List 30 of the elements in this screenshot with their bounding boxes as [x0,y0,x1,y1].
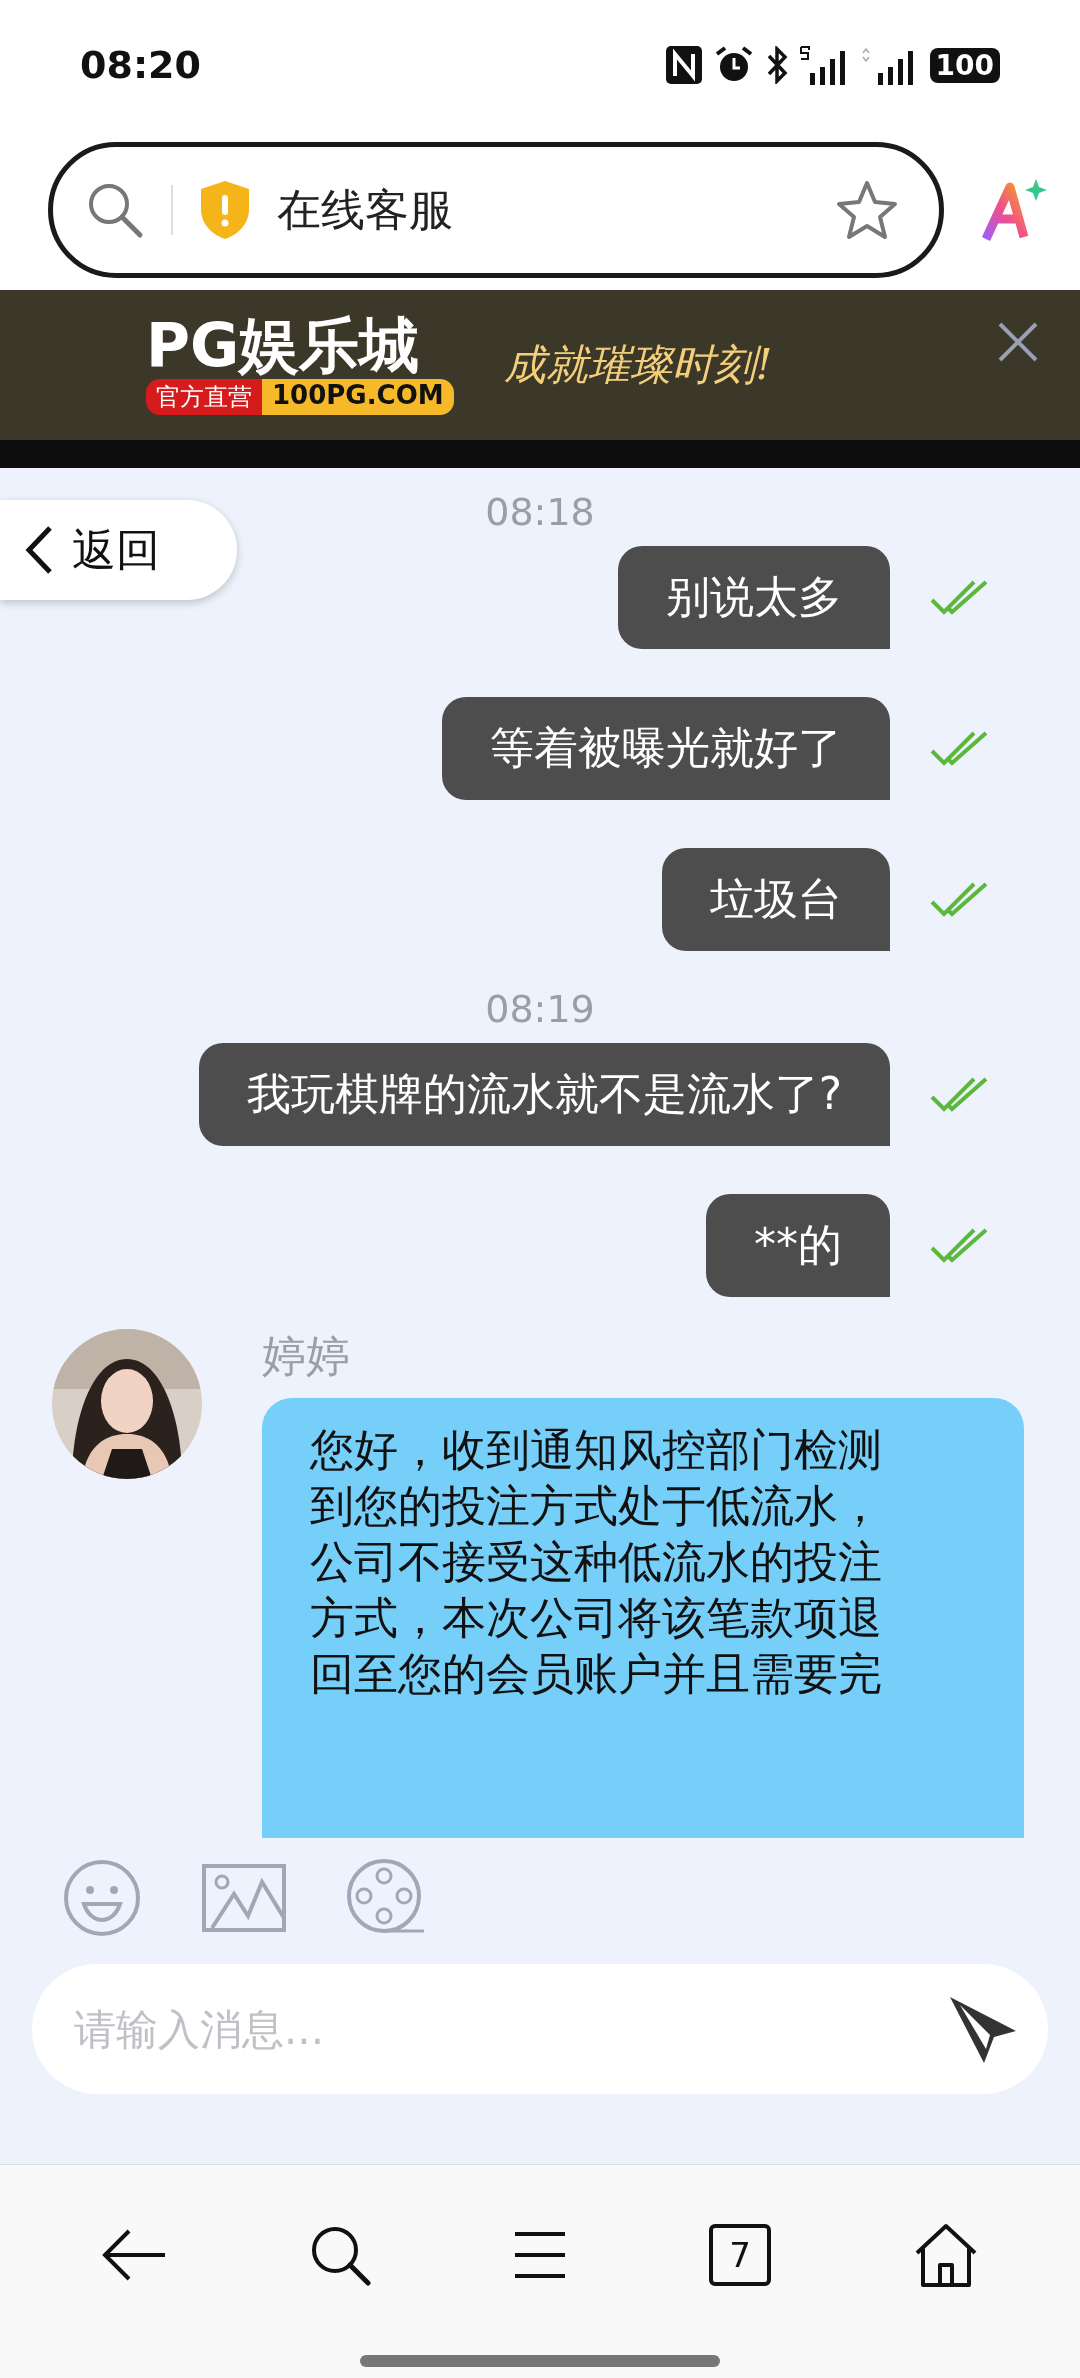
page-title: 在线客服 [277,182,454,237]
close-icon[interactable] [996,320,1040,364]
sent-message: 别说太多 [618,546,890,649]
sent-message: 我玩棋牌的流水就不是流水了? [198,1043,890,1146]
ad-slogan: 成就璀璨时刻! [503,339,774,391]
chevron-left-icon [24,525,54,575]
ad-brand: PG娱乐城 [146,315,420,375]
address-bar[interactable]: 在线客服 [48,142,944,278]
home-icon[interactable] [913,2223,979,2287]
sent-message: **的 [706,1194,890,1297]
menu-icon[interactable] [513,2230,567,2280]
ad-banner[interactable]: PG娱乐城 官方直营 100PG.COM 成就璀璨时刻! [0,290,1080,440]
tabs-button[interactable]: 7 [709,2224,771,2286]
received-message: 您好，收到通知风控部门检测到您的投注方式处于低流水，公司不接受这种低流水的投注方式，本次公司将该笔款项退回至您的会员账户并且需要完 [262,1398,1024,1838]
ad-site: 100PG.COM [262,379,454,415]
sent-message: 等着被曝光就好了 [442,697,890,800]
search-icon[interactable] [309,2224,371,2286]
star-icon[interactable] [835,179,899,241]
sent-message: 垃圾台 [662,848,890,951]
bluetooth-icon [765,46,788,84]
message-time: 08:18 [485,490,595,534]
sender-name: 婷婷 [262,1329,351,1383]
input-bar[interactable]: 请输入消息... [32,1964,1048,2094]
back-button[interactable]: 返回 [0,500,237,600]
ad-tag: 官方直营 [146,379,262,415]
message-time: 08:19 [485,987,595,1031]
back-arrow-icon[interactable] [101,2228,167,2282]
status-time: 08:20 [80,43,201,87]
nfc-icon [665,46,702,84]
battery-level: 100 [929,47,1000,83]
